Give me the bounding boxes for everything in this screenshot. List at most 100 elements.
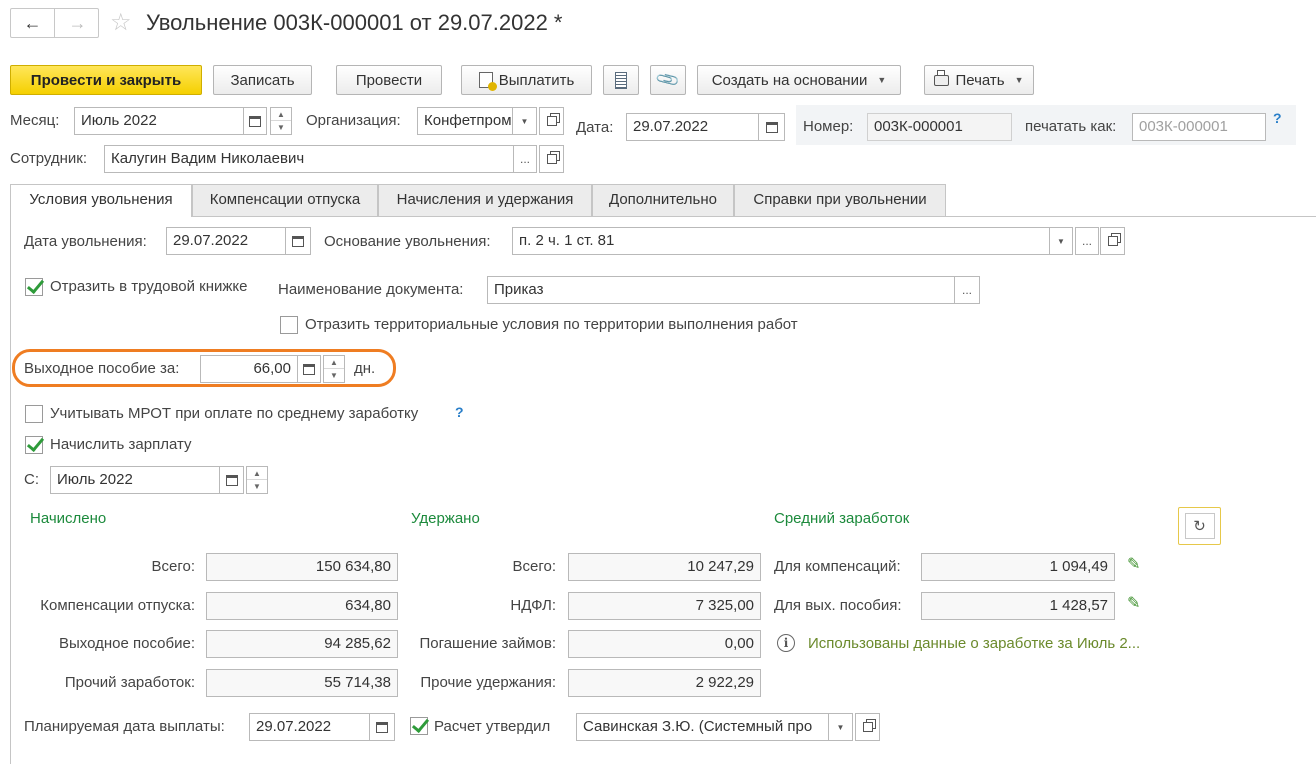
tab-accruals-deductions[interactable]: Начисления и удержания bbox=[378, 184, 592, 216]
month-stepper[interactable]: ▲ ▼ bbox=[270, 107, 292, 135]
approver-open-button[interactable] bbox=[855, 713, 880, 741]
from-stepper[interactable]: ▲ ▼ bbox=[246, 466, 268, 494]
back-button[interactable]: ← bbox=[11, 9, 55, 37]
number-label: Номер: bbox=[803, 118, 854, 135]
average-compensation-field[interactable]: 1 094,49 bbox=[921, 553, 1115, 581]
reflect-book-checkbox[interactable] bbox=[25, 278, 43, 296]
dismiss-date-calendar-button[interactable] bbox=[285, 227, 311, 255]
help-icon[interactable]: ? bbox=[1273, 110, 1282, 126]
calendar-icon bbox=[765, 121, 778, 133]
accrued-other-field[interactable]: 55 714,38 bbox=[206, 669, 398, 697]
accrued-total-field[interactable]: 150 634,80 bbox=[206, 553, 398, 581]
approved-checkbox[interactable] bbox=[410, 717, 428, 735]
severance-stepper[interactable]: ▲ ▼ bbox=[323, 355, 345, 383]
edit-pencil-icon[interactable]: ✎ bbox=[1127, 554, 1140, 574]
pay-doc-icon bbox=[478, 72, 497, 91]
mrot-checkbox[interactable] bbox=[25, 405, 43, 423]
accrued-severance-field[interactable]: 94 285,62 bbox=[206, 630, 398, 658]
arrow-left-icon: ← bbox=[23, 12, 42, 33]
date-label: Дата: bbox=[576, 119, 614, 136]
from-calendar-button[interactable] bbox=[219, 466, 244, 494]
withheld-other-field[interactable]: 2 922,29 bbox=[568, 669, 761, 697]
nav-group: ← → bbox=[10, 8, 99, 38]
stepper-up-icon[interactable]: ▲ bbox=[271, 108, 291, 121]
pay-date-input[interactable]: 29.07.2022 bbox=[249, 713, 370, 741]
severance-calculator-button[interactable] bbox=[297, 355, 321, 383]
tab-vacation-compensation[interactable]: Компенсации отпуска bbox=[192, 184, 378, 216]
reason-open-button[interactable] bbox=[1100, 227, 1125, 255]
dismiss-date-label: Дата увольнения: bbox=[24, 233, 147, 250]
mrot-help-icon[interactable]: ? bbox=[455, 404, 464, 420]
territorial-checkbox[interactable] bbox=[280, 316, 298, 334]
stepper-down-icon[interactable]: ▼ bbox=[247, 480, 267, 493]
calculator-icon bbox=[303, 363, 315, 375]
organization-dropdown-button[interactable]: ▼ bbox=[512, 107, 537, 135]
tab-additional[interactable]: Дополнительно bbox=[592, 184, 734, 216]
average-info-link[interactable]: Использованы данные о заработке за Июль … bbox=[808, 634, 1140, 654]
create-based-on-button[interactable]: Создать на основании ▼ bbox=[697, 65, 901, 95]
withheld-total-field[interactable]: 10 247,29 bbox=[568, 553, 761, 581]
employee-open-button[interactable] bbox=[539, 145, 564, 173]
organization-input[interactable]: Конфетпром bbox=[417, 107, 513, 135]
print-as-label: печатать как: bbox=[1025, 118, 1117, 135]
save-button[interactable]: Записать bbox=[213, 65, 312, 95]
report-button[interactable] bbox=[603, 65, 639, 95]
tab-dismissal-certificates[interactable]: Справки при увольнении bbox=[734, 184, 946, 216]
withheld-ndfl-field[interactable]: 7 325,00 bbox=[568, 592, 761, 620]
month-input[interactable]: Июль 2022 bbox=[74, 107, 244, 135]
reason-dropdown-button[interactable]: ▼ bbox=[1049, 227, 1073, 255]
accrued-vacation-label: Компенсации отпуска: bbox=[40, 597, 195, 614]
pay-date-calendar-button[interactable] bbox=[369, 713, 395, 741]
open-window-icon bbox=[1107, 236, 1118, 246]
post-button[interactable]: Провести bbox=[336, 65, 442, 95]
average-title: Средний заработок bbox=[774, 510, 910, 527]
severance-unit: дн. bbox=[354, 360, 376, 377]
forward-button[interactable]: → bbox=[56, 9, 99, 37]
attach-button[interactable]: 📎 bbox=[650, 65, 686, 95]
open-window-icon bbox=[862, 722, 873, 732]
arrow-right-icon: → bbox=[68, 12, 87, 33]
calendar-icon bbox=[292, 235, 304, 247]
approved-label: Расчет утвердил bbox=[434, 718, 551, 735]
reason-input[interactable]: п. 2 ч. 1 ст. 81 bbox=[512, 227, 1050, 255]
doc-name-select-button[interactable]: ... bbox=[954, 276, 980, 304]
employee-input[interactable]: Калугин Вадим Николаевич bbox=[104, 145, 514, 173]
organization-open-button[interactable] bbox=[539, 107, 564, 135]
refresh-button[interactable]: ↻ bbox=[1178, 507, 1221, 545]
doc-name-input[interactable]: Приказ bbox=[487, 276, 955, 304]
accrue-checkbox[interactable] bbox=[25, 436, 43, 454]
stepper-up-icon[interactable]: ▲ bbox=[324, 356, 344, 369]
post-and-close-button[interactable]: Провести и закрыть bbox=[10, 65, 202, 95]
stepper-down-icon[interactable]: ▼ bbox=[324, 369, 344, 382]
date-calendar-button[interactable] bbox=[758, 113, 785, 141]
stepper-up-icon[interactable]: ▲ bbox=[247, 467, 267, 480]
pay-button-label: Выплатить bbox=[498, 71, 575, 89]
withheld-total-label: Всего: bbox=[512, 558, 557, 575]
reason-select-button[interactable]: ... bbox=[1075, 227, 1099, 255]
average-compensation-label: Для компенсаций: bbox=[774, 558, 901, 575]
print-as-input[interactable]: 003К-000001 bbox=[1132, 113, 1266, 141]
average-severance-field[interactable]: 1 428,57 bbox=[921, 592, 1115, 620]
accrued-title: Начислено bbox=[30, 510, 107, 527]
reason-label: Основание увольнения: bbox=[324, 233, 491, 250]
severance-input[interactable]: 66,00 bbox=[200, 355, 298, 383]
dismiss-date-input[interactable]: 29.07.2022 bbox=[166, 227, 286, 255]
month-calendar-button[interactable] bbox=[243, 107, 267, 135]
employee-select-button[interactable]: ... bbox=[513, 145, 537, 173]
date-input[interactable]: 29.07.2022 bbox=[626, 113, 759, 141]
tab-dismissal-conditions[interactable]: Условия увольнения bbox=[10, 184, 192, 217]
number-input[interactable]: 003К-000001 bbox=[867, 113, 1012, 141]
favorite-star-icon[interactable]: ☆ bbox=[110, 9, 132, 37]
pay-button[interactable]: Выплатить bbox=[461, 65, 592, 95]
stepper-down-icon[interactable]: ▼ bbox=[271, 121, 291, 134]
edit-pencil-icon[interactable]: ✎ bbox=[1127, 593, 1140, 613]
withheld-loans-field[interactable]: 0,00 bbox=[568, 630, 761, 658]
print-button[interactable]: Печать ▼ bbox=[924, 65, 1034, 95]
accrued-vacation-field[interactable]: 634,80 bbox=[206, 592, 398, 620]
approver-dropdown-button[interactable]: ▼ bbox=[828, 713, 853, 741]
ellipsis-icon: ... bbox=[519, 152, 530, 166]
calendar-icon bbox=[225, 474, 238, 486]
from-input[interactable]: Июль 2022 bbox=[50, 466, 220, 494]
average-severance-label: Для вых. пособия: bbox=[774, 597, 902, 614]
approver-input[interactable]: Савинская З.Ю. (Системный про bbox=[576, 713, 829, 741]
